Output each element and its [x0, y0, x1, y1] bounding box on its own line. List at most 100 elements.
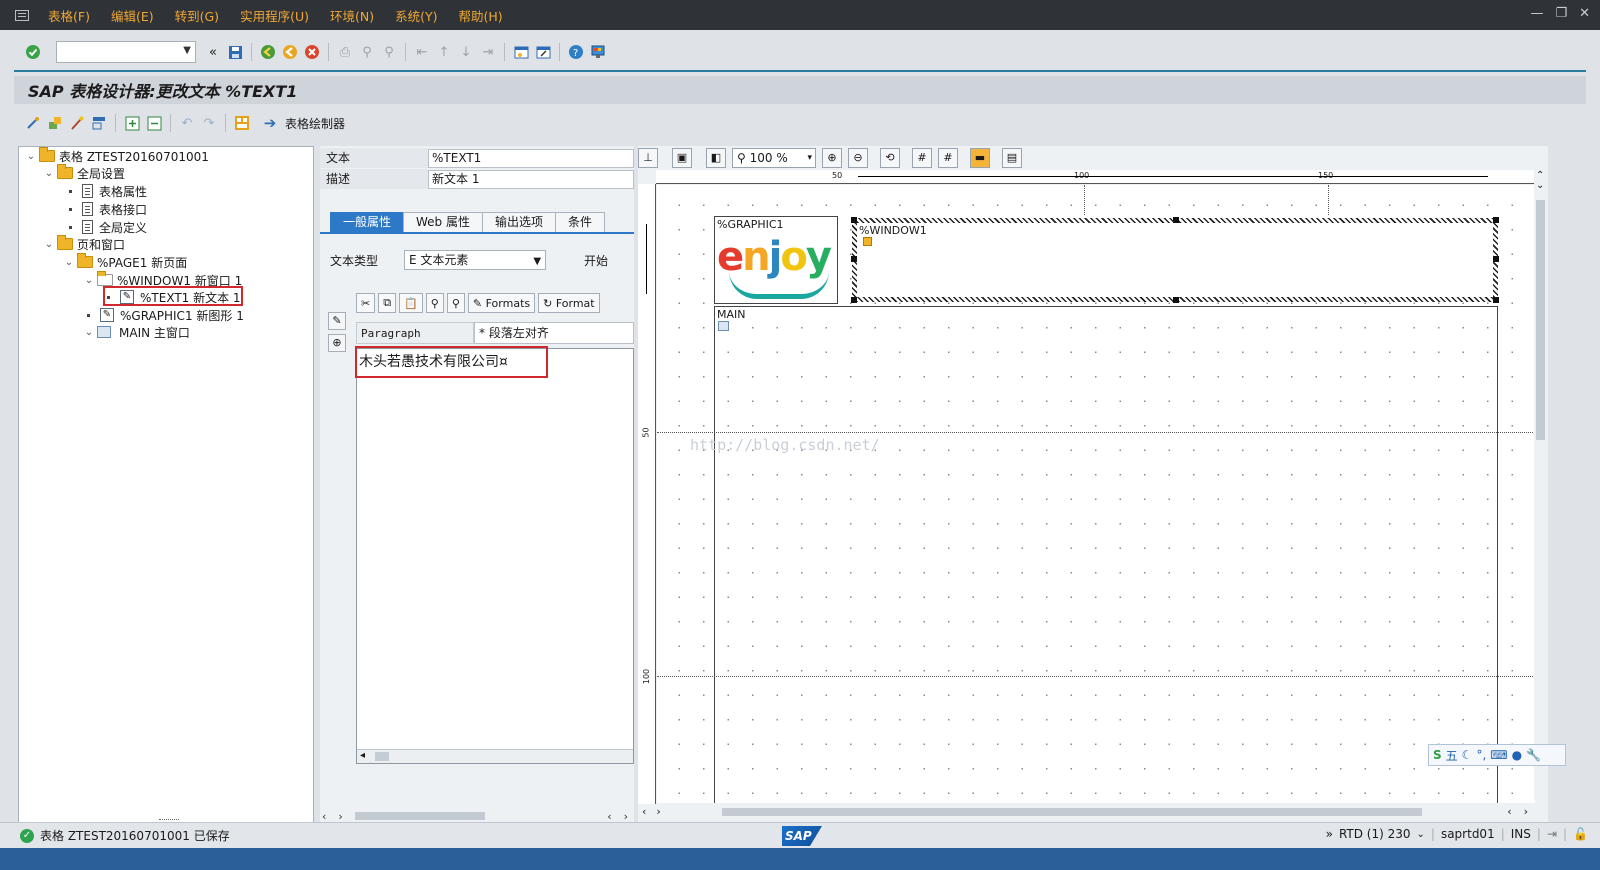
- punctuation-icon[interactable]: °,: [1476, 748, 1486, 762]
- grid-snap-icon[interactable]: #: [938, 148, 958, 168]
- tree-node-form-attributes[interactable]: 表格属性: [67, 182, 147, 200]
- layout-settings-icon[interactable]: [589, 43, 607, 61]
- next-page-icon[interactable]: ↓: [457, 43, 475, 61]
- display-change-icon[interactable]: [24, 114, 42, 132]
- exit-icon[interactable]: [281, 43, 299, 61]
- check-icon[interactable]: [90, 114, 108, 132]
- tree-node-main[interactable]: ⌄ MAIN 主窗口: [83, 323, 190, 341]
- wrench-icon[interactable]: 🔧: [1526, 748, 1541, 762]
- expand-icon[interactable]: [123, 114, 141, 132]
- system-id[interactable]: RTD (1) 230: [1339, 827, 1411, 841]
- menu-environment[interactable]: 环境(N): [330, 6, 374, 25]
- zoom-out-icon[interactable]: ⊖: [848, 148, 868, 168]
- resize-handle[interactable]: [851, 256, 857, 262]
- tab-general-attributes[interactable]: 一般属性: [330, 212, 405, 232]
- collapse-icon[interactable]: [145, 114, 163, 132]
- menu-form[interactable]: 表格(F): [48, 6, 90, 25]
- resize-handle[interactable]: [1173, 297, 1179, 303]
- edit-text-icon[interactable]: ✎: [328, 312, 346, 330]
- scroll-left-icon[interactable]: ‹: [322, 810, 326, 823]
- tree-node-root[interactable]: ⌄ 表格 ZTEST20160701001: [25, 147, 209, 165]
- find-icon[interactable]: ⚲: [358, 43, 376, 61]
- paste-button[interactable]: 📋: [399, 293, 423, 313]
- resize-handle[interactable]: [1493, 256, 1499, 262]
- find-replace-button[interactable]: ⚲: [446, 293, 465, 313]
- tree-node-graphic1[interactable]: ✎ %GRAPHIC1 新图形 1: [85, 306, 244, 324]
- scroll-right-icon[interactable]: ›: [338, 810, 342, 823]
- resize-handle[interactable]: [1493, 217, 1499, 223]
- paragraph-format-field[interactable]: * 段落左对齐: [474, 322, 634, 344]
- app-menu-icon[interactable]: [12, 7, 34, 23]
- tree-node-form-interface[interactable]: 表格接口: [67, 200, 147, 218]
- layers-icon[interactable]: ◧: [706, 148, 726, 168]
- menu-utilities[interactable]: 实用程序(U): [240, 6, 309, 25]
- resize-handle[interactable]: [1173, 217, 1179, 223]
- back-icon[interactable]: [259, 43, 277, 61]
- tree-node-page1[interactable]: ⌄ %PAGE1 新页面: [63, 253, 187, 271]
- redo-icon[interactable]: ↷: [200, 114, 218, 132]
- window1-node[interactable]: %WINDOW1: [851, 217, 1499, 303]
- chevron-down-icon[interactable]: ⌄: [43, 239, 55, 250]
- chevron-down-icon[interactable]: ⌄: [1417, 829, 1425, 840]
- lock-icon[interactable]: 🔓: [1573, 827, 1588, 841]
- refresh-view-icon[interactable]: ⟲: [880, 148, 900, 168]
- ime-logo-icon[interactable]: S: [1433, 748, 1442, 762]
- command-field[interactable]: ▼: [56, 41, 196, 63]
- tree-node-global-settings[interactable]: ⌄ 全局设置: [43, 164, 125, 182]
- input-mode[interactable]: INS: [1511, 827, 1531, 841]
- text-name-field[interactable]: %TEXT1: [428, 148, 634, 168]
- formats-button[interactable]: ✎ Formats: [467, 293, 536, 313]
- zoom-select[interactable]: ⚲ 100 % ▾: [732, 148, 816, 168]
- help-icon[interactable]: ?: [567, 43, 585, 61]
- scroll-right-icon-2[interactable]: ›: [1524, 805, 1528, 818]
- shortcut-icon[interactable]: [534, 43, 552, 61]
- scroll-left-icon-2[interactable]: ‹: [607, 810, 611, 823]
- arrow-right-icon[interactable]: ➔: [261, 114, 279, 132]
- insert-field-icon[interactable]: ⊕: [328, 334, 346, 352]
- scroll-left-icon[interactable]: ◂: [360, 750, 365, 761]
- tab-web-attributes[interactable]: Web 属性: [403, 212, 483, 232]
- moon-icon[interactable]: ☾: [1462, 748, 1473, 762]
- copy-button[interactable]: ⧉: [378, 293, 397, 313]
- menu-system[interactable]: 系统(Y): [395, 6, 437, 25]
- scroll-left-icon[interactable]: ‹: [642, 805, 646, 818]
- enter-check-icon[interactable]: [24, 43, 42, 61]
- cancel-icon[interactable]: [303, 43, 321, 61]
- form-page[interactable]: %GRAPHIC1 enjoy %WINDOW1 MAIN http://blo…: [657, 185, 1535, 803]
- resize-handle[interactable]: [851, 297, 857, 303]
- scroll-thumb[interactable]: [722, 808, 1422, 816]
- resize-handle[interactable]: [851, 217, 857, 223]
- scroll-thumb[interactable]: [375, 752, 389, 761]
- scroll-thumb[interactable]: [1536, 200, 1545, 440]
- previous-page-icon[interactable]: ↑: [435, 43, 453, 61]
- double-chevron-left-icon[interactable]: «: [204, 43, 222, 61]
- undo-icon[interactable]: ↶: [178, 114, 196, 132]
- chevron-down-icon[interactable]: ⌄: [63, 257, 75, 268]
- text-editor[interactable]: 木头若愚技术有限公司¤ ◂: [356, 348, 634, 764]
- form-painter-button[interactable]: 表格绘制器: [285, 115, 345, 132]
- keyboard-icon[interactable]: ⌨: [1490, 748, 1507, 762]
- find-button[interactable]: ⚲: [425, 293, 444, 313]
- menu-goto[interactable]: 转到(G): [175, 6, 219, 25]
- minimize-button[interactable]: —: [1530, 6, 1543, 21]
- menu-help[interactable]: 帮助(H): [458, 6, 502, 25]
- chevron-down-icon[interactable]: ⌄: [83, 327, 95, 338]
- print-icon[interactable]: ⎙: [336, 43, 354, 61]
- tab-conditions[interactable]: 条件: [555, 212, 606, 232]
- cut-button[interactable]: ✂: [356, 293, 376, 313]
- resize-handle[interactable]: [1493, 297, 1499, 303]
- scroll-down-icon[interactable]: ⌄: [1536, 180, 1544, 191]
- grid-icon[interactable]: #: [912, 148, 932, 168]
- layout-icon[interactable]: ⇥: [1547, 827, 1557, 841]
- chevron-down-icon[interactable]: ⌄: [43, 168, 55, 179]
- close-button[interactable]: ✕: [1579, 6, 1590, 21]
- formats-button-2[interactable]: ↻ Format: [538, 293, 600, 313]
- main-window-node[interactable]: MAIN: [714, 306, 1498, 803]
- scroll-thumb[interactable]: [354, 812, 485, 820]
- canvas-vertical-scrollbar[interactable]: ⌃ ⌄: [1534, 170, 1548, 800]
- last-page-icon[interactable]: ⇥: [479, 43, 497, 61]
- menu-edit[interactable]: 编辑(E): [111, 6, 154, 25]
- chevron-down-icon[interactable]: ⌄: [25, 151, 37, 162]
- zoom-in-icon[interactable]: ⊕: [822, 148, 842, 168]
- properties-icon[interactable]: ▤: [1002, 148, 1022, 168]
